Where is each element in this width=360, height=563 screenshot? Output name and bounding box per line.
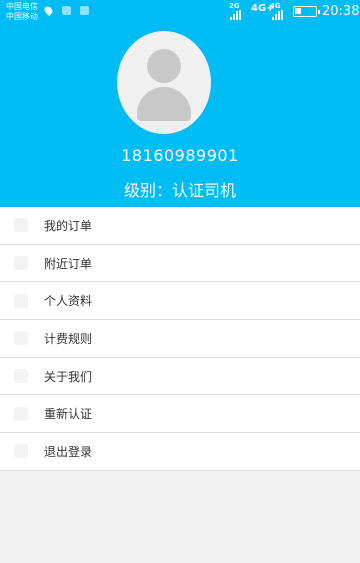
orders-icon [14, 218, 28, 233]
carrier-1: 中国电信 [6, 2, 38, 11]
menu-item-billing-rules[interactable]: 计费规则 [0, 320, 360, 358]
menu-item-about-us[interactable]: 关于我们 [0, 358, 360, 396]
image-icon [80, 6, 89, 15]
clock: 20:38 [322, 4, 360, 19]
battery-fill [295, 8, 301, 14]
logout-icon [14, 444, 28, 459]
menu-item-label: 附近订单 [44, 256, 93, 271]
about-icon [14, 369, 28, 384]
message-icon [62, 6, 71, 15]
menu-item-label: 重新认证 [44, 407, 93, 422]
profile-icon [14, 293, 28, 308]
menu-item-label: 关于我们 [44, 369, 93, 384]
nearby-icon [14, 256, 28, 271]
location-icon [42, 4, 55, 17]
carrier-2: 中国移动 [6, 12, 38, 21]
menu-item-label: 个人资料 [44, 294, 93, 309]
reauth-icon [14, 406, 28, 421]
menu-list: 我的订单 附近订单 个人资料 计费规则 关于我们 重新认证 退出登录 [0, 207, 360, 471]
signal-icon-1 [230, 7, 241, 20]
menu-item-label: 退出登录 [44, 444, 93, 459]
menu-item-logout[interactable]: 退出登录 [0, 433, 360, 471]
status-bar: 中国电信 中国移动 2G 4G+ 4G 20:38 [0, 0, 360, 24]
signal-icon-2 [272, 7, 283, 20]
avatar-body-icon [137, 87, 191, 121]
phone-number: 18160989901 [121, 146, 239, 165]
avatar[interactable] [117, 31, 211, 134]
avatar-head-icon [147, 49, 181, 83]
profile-header: 中国电信 中国移动 2G 4G+ 4G 20:38 18160989901 级别… [0, 0, 360, 207]
menu-item-label: 我的订单 [44, 218, 93, 233]
menu-item-label: 计费规则 [44, 331, 93, 346]
menu-item-profile[interactable]: 个人资料 [0, 282, 360, 321]
driver-level: 级别：认证司机 [123, 181, 236, 200]
menu-item-my-orders[interactable]: 我的订单 [0, 207, 360, 245]
billing-icon [14, 331, 28, 346]
menu-item-reauthenticate[interactable]: 重新认证 [0, 395, 360, 434]
battery-icon [293, 6, 320, 17]
carrier-info: 中国电信 中国移动 [6, 2, 38, 22]
menu-item-nearby-orders[interactable]: 附近订单 [0, 245, 360, 283]
